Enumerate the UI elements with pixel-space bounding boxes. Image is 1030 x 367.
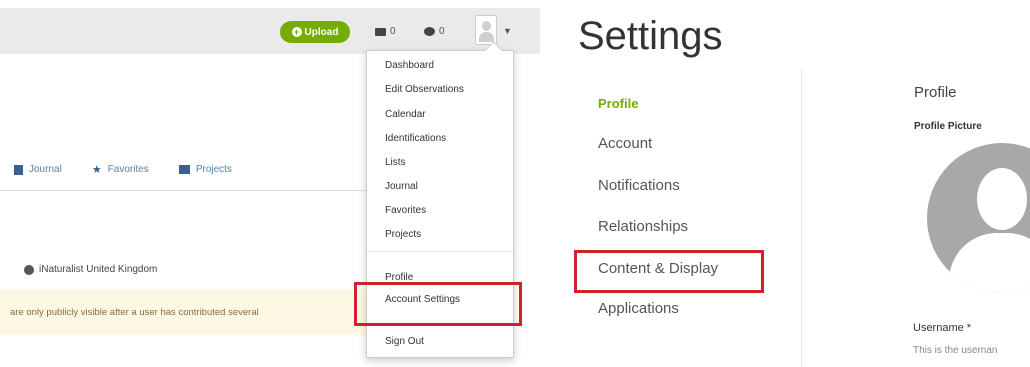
site-affiliation[interactable]: iNaturalist United Kingdom	[24, 264, 157, 275]
comment-icon	[424, 27, 435, 36]
plus-icon: +	[291, 27, 302, 37]
briefcase-icon	[178, 165, 190, 174]
menu-divider	[367, 251, 513, 252]
settings-nav-profile[interactable]: Profile	[598, 96, 638, 111]
top-navbar	[0, 8, 540, 54]
settings-nav-account[interactable]: Account	[598, 135, 652, 152]
star-icon: ★	[91, 164, 102, 176]
tab-journal-label: Journal	[29, 164, 62, 175]
menu-item-favorites[interactable]: Favorites	[385, 205, 426, 216]
username-help-text: This is the usernan	[913, 345, 998, 356]
highlight-box-content-display	[574, 250, 764, 293]
menu-item-journal[interactable]: Journal	[385, 181, 418, 192]
menu-item-dashboard[interactable]: Dashboard	[385, 60, 434, 71]
section-heading: Profile	[914, 84, 957, 101]
settings-nav-notifications[interactable]: Notifications	[598, 177, 680, 194]
settings-page: Settings Profile Account Notifications R…	[540, 0, 1030, 367]
menu-item-lists[interactable]: Lists	[385, 157, 406, 168]
upload-label: Upload	[304, 26, 339, 38]
inaturalist-profile-page: + Upload 0 0 ▼ Journal ★ Favorites Proje…	[0, 0, 540, 367]
tab-projects[interactable]: Projects	[178, 163, 232, 176]
page-title: Settings	[578, 14, 723, 58]
menu-item-calendar[interactable]: Calendar	[385, 109, 426, 120]
site-affiliation-label: iNaturalist United Kingdom	[39, 264, 158, 275]
tab-journal[interactable]: Journal	[14, 163, 62, 176]
settings-nav-applications[interactable]: Applications	[598, 300, 679, 317]
tab-projects-label: Projects	[195, 164, 232, 175]
menu-item-identifications[interactable]: Identifications	[385, 133, 446, 144]
globe-icon	[24, 264, 34, 275]
menu-item-projects[interactable]: Projects	[385, 229, 421, 240]
tab-favorites-label: Favorites	[107, 164, 149, 175]
envelope-icon	[375, 27, 386, 36]
messages-indicator[interactable]: 0	[375, 26, 396, 37]
highlight-box-account-settings	[354, 282, 522, 326]
comments-indicator[interactable]: 0	[424, 26, 445, 37]
notice-text: are only publicly visible after a user h…	[10, 307, 259, 318]
tab-favorites[interactable]: ★ Favorites	[92, 163, 149, 176]
upload-button[interactable]: + Upload	[280, 21, 350, 43]
menu-item-edit-observations[interactable]: Edit Observations	[385, 84, 464, 95]
default-avatar-head	[977, 168, 1027, 230]
profile-picture[interactable]	[927, 143, 1030, 293]
profile-picture-label: Profile Picture	[914, 121, 982, 132]
chevron-down-icon[interactable]: ▼	[503, 26, 512, 36]
messages-count: 0	[390, 26, 396, 37]
settings-nav-relationships[interactable]: Relationships	[598, 218, 688, 235]
tabs-divider	[0, 190, 370, 191]
username-label: Username *	[913, 322, 972, 334]
profile-tabs: Journal ★ Favorites Projects	[14, 163, 232, 176]
notice-banner: are only publicly visible after a user h…	[0, 289, 370, 335]
menu-item-sign-out[interactable]: Sign Out	[385, 336, 424, 347]
comments-count: 0	[439, 26, 445, 37]
journal-icon	[14, 164, 23, 175]
default-avatar-body	[949, 233, 1030, 293]
column-divider	[801, 70, 802, 367]
